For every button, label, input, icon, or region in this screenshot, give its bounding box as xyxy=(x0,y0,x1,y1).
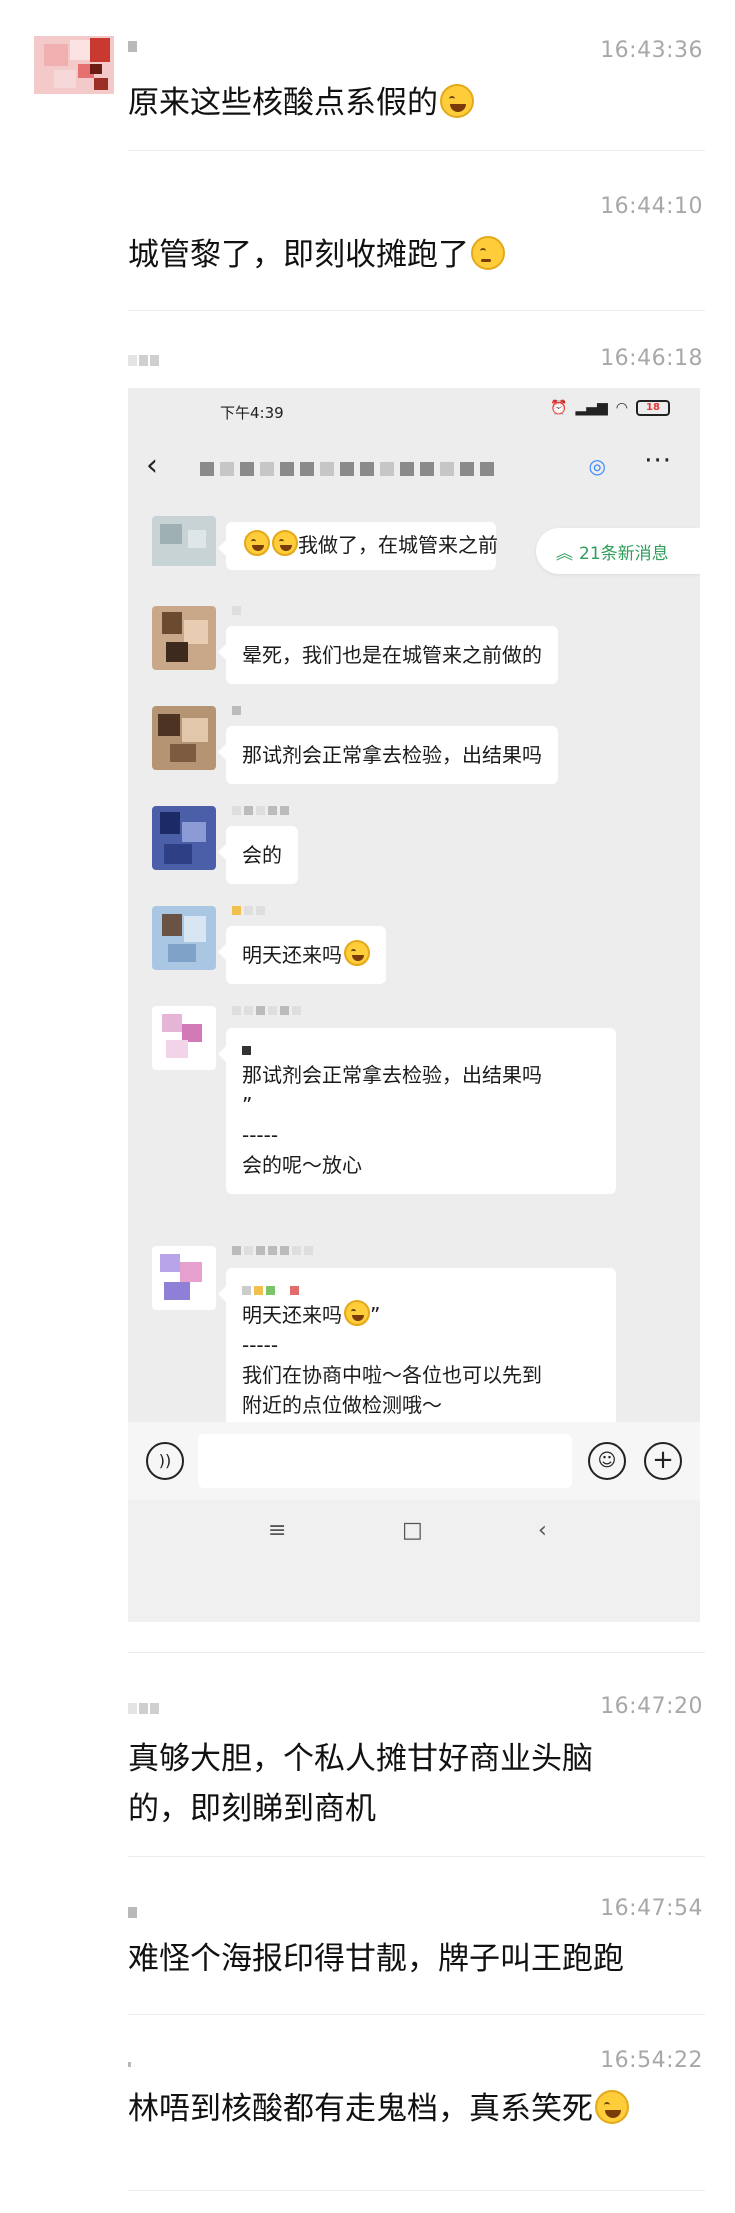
sender-name xyxy=(128,1904,139,1920)
message-time: 16:43:36 xyxy=(600,38,703,63)
avatar[interactable] xyxy=(152,606,216,670)
message-time: 16:47:54 xyxy=(600,1896,703,1921)
message-text: 城管黎了，即刻收摊跑了 xyxy=(128,230,705,280)
chat-message: 16:47:54 难怪个海报印得甘靓，牌子叫王跑跑 xyxy=(0,1892,735,2002)
quote-divider: ----- xyxy=(242,1123,279,1147)
message-time: 16:46:18 xyxy=(600,346,703,371)
battery-icon: 18 xyxy=(636,400,670,416)
message-text: 林唔到核酸都有走鬼档，真系笑死 xyxy=(128,2084,705,2134)
quoted-sender xyxy=(242,1042,600,1058)
more-options-icon[interactable]: ··· xyxy=(644,446,672,476)
message-bubble: 明天还来吗 xyxy=(218,926,386,984)
chat-message: 16:46:18 xyxy=(0,342,735,382)
search-chat-icon[interactable]: ◎ xyxy=(589,454,606,478)
voice-input-icon[interactable]: )) xyxy=(146,1442,184,1480)
chat-message: 16:47:20 真够大胆，个私人摊甘好商业头脑 的，即刻睇到商机 xyxy=(0,1690,735,1840)
add-attachment-icon[interactable]: + xyxy=(644,1442,682,1480)
quote-reply-bubble: 明天还来吗” ----- 我们在协商中啦～各位也可以先到 附近的点位做检测哦～ xyxy=(218,1268,616,1434)
avatar[interactable] xyxy=(152,806,216,870)
divider xyxy=(128,2190,705,2191)
emoji-picker-icon[interactable]: ☺ xyxy=(588,1442,626,1480)
message-input[interactable] xyxy=(198,1434,572,1488)
wifi-icon: ◠ xyxy=(615,400,628,416)
back-icon[interactable]: ‹ xyxy=(538,1518,547,1543)
sender-name xyxy=(128,352,161,368)
laughing-emoji xyxy=(272,530,298,556)
message-text: 真够大胆，个私人摊甘好商业头脑 的，即刻睇到商机 xyxy=(128,1741,593,1827)
sender-name xyxy=(232,606,241,620)
chat-header: ‹ ◎ ··· xyxy=(128,440,700,492)
divider xyxy=(128,150,705,151)
alarm-icon: ⏰ xyxy=(550,400,568,416)
avatar[interactable] xyxy=(152,706,216,770)
sender-name xyxy=(128,2056,133,2072)
laughing-emoji xyxy=(344,1300,370,1326)
sender-name xyxy=(232,806,289,820)
divider xyxy=(128,2014,705,2015)
chat-screenshot-image[interactable]: 下午4:39 ⏰ ▂▄▆ ◠ 18 ‹ ◎ ··· ︽ 21条新消息 我做了，在… xyxy=(128,388,700,1622)
chat-message: 16:43:36 原来这些核酸点系假的 xyxy=(0,30,735,130)
quoted-text: 明天还来吗 xyxy=(242,1303,342,1327)
avatar[interactable] xyxy=(152,906,216,970)
sender-name xyxy=(232,906,265,920)
sender-name xyxy=(232,1006,301,1020)
quoted-sender xyxy=(242,1282,600,1298)
message-text: 难怪个海报印得甘靓，牌子叫王跑跑 xyxy=(128,1941,624,1977)
menu-icon[interactable]: ≡ xyxy=(268,1518,286,1543)
home-square-icon[interactable]: □ xyxy=(402,1518,423,1543)
double-chevron-up-icon: ︽ xyxy=(556,543,573,564)
avatar[interactable] xyxy=(34,30,114,100)
chat-message: 16:54:22 林唔到核酸都有走鬼档，真系笑死 xyxy=(0,2044,735,2154)
message-text: 原来这些核酸点系假的 xyxy=(128,78,705,128)
laughing-emoji xyxy=(244,530,270,556)
thinking-emoji xyxy=(471,236,505,270)
avatar[interactable] xyxy=(152,516,216,580)
message-bubble: 会的 xyxy=(218,826,298,884)
sender-name xyxy=(232,1246,313,1260)
rofl-emoji xyxy=(440,84,474,118)
chat-message: 16:44:10 城管黎了，即刻收摊跑了 xyxy=(0,190,735,300)
divider xyxy=(128,1856,705,1857)
reply-text: 会的呢～放心 xyxy=(242,1153,362,1177)
avatar[interactable] xyxy=(152,1006,216,1070)
reply-text: 附近的点位做检测哦～ xyxy=(242,1393,442,1417)
reply-text: 我们在协商中啦～各位也可以先到 xyxy=(242,1363,542,1387)
message-input-bar: )) ☺ + xyxy=(128,1422,700,1500)
quote-reply-bubble: 那试剂会正常拿去检验，出结果吗 ” ----- 会的呢～放心 xyxy=(218,1028,616,1194)
quote-divider: ----- xyxy=(242,1333,279,1357)
divider xyxy=(128,1652,705,1653)
rofl-emoji xyxy=(595,2090,629,2124)
sender-name xyxy=(128,1700,161,1716)
new-messages-badge[interactable]: ︽ 21条新消息 xyxy=(536,528,700,574)
message-bubble: 那试剂会正常拿去检验，出结果吗 xyxy=(218,726,558,784)
status-bar: 下午4:39 ⏰ ▂▄▆ ◠ 18 xyxy=(128,388,700,428)
sender-name xyxy=(232,706,241,720)
group-title xyxy=(200,462,494,476)
message-time: 16:47:20 xyxy=(600,1694,703,1719)
message-time: 16:54:22 xyxy=(600,2048,703,2073)
back-arrow-icon[interactable]: ‹ xyxy=(146,448,158,483)
message-bubble: 晕死，我们也是在城管来之前做的 xyxy=(218,626,558,684)
system-navigation-bar: ≡ □ ‹ xyxy=(128,1500,700,1622)
avatar[interactable] xyxy=(152,1246,216,1310)
message-time: 16:44:10 xyxy=(600,194,703,219)
signal-icon: ▂▄▆ xyxy=(575,400,608,416)
divider xyxy=(128,310,705,311)
quoted-text: 那试剂会正常拿去检验，出结果吗 xyxy=(242,1063,542,1087)
status-time: 下午4:39 xyxy=(220,404,284,422)
sender-name xyxy=(128,38,139,54)
laughing-emoji xyxy=(344,940,370,966)
message-bubble: 我做了，在城管来之前 xyxy=(218,522,498,570)
